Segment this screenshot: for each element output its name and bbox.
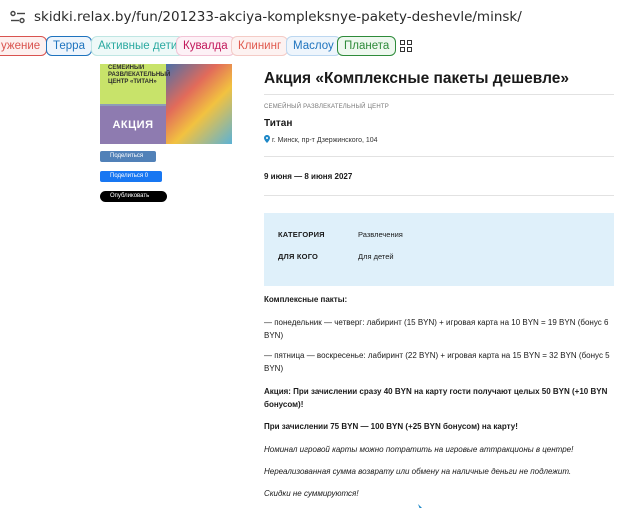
- share-fb-label: Поделиться 0: [110, 173, 149, 179]
- note-no-refund: Нереализованная сумма возврату или обмен…: [264, 467, 572, 476]
- venue-name[interactable]: Титан: [264, 118, 292, 129]
- tag-bar: ужение Терра Активные дети Кувалда Клини…: [0, 36, 626, 58]
- tag-chip[interactable]: Клининг: [231, 36, 289, 56]
- site-settings-icon[interactable]: [10, 10, 26, 24]
- share-vk-label: Поделиться: [110, 153, 144, 159]
- note-card-nominal: Номинал игровой карты можно потратить на…: [264, 445, 574, 454]
- tag-chip[interactable]: Активные дети: [91, 36, 185, 56]
- package-weekday: — понедельник — четверг: лабиринт (15 BY…: [264, 318, 609, 340]
- divider: [264, 94, 614, 95]
- venue-address-text: г. Минск, пр-т Дзержинского, 104: [272, 137, 378, 144]
- tag-chip[interactable]: Планета: [337, 36, 397, 56]
- category-label: КАТЕГОРИЯ: [278, 230, 325, 239]
- package-weekend: — пятница — воскресенье: лабиринт (22 BY…: [264, 351, 610, 373]
- promo-dates: 9 июня — 8 июня 2027: [264, 172, 353, 181]
- promo-image: СЕМЕЙНЫЙ РАЗВЛЕКАТЕЛЬНЫЙ ЦЕНТР «ТИТАН» А…: [100, 64, 232, 144]
- promo-offer-75: При зачислении 75 BYN — 100 BYN (+25 BYN…: [264, 422, 518, 431]
- page-title: Акция «Комплексные пакеты дешевле»: [264, 70, 569, 87]
- mouse-cursor-icon: [418, 504, 422, 508]
- tag-chip[interactable]: Терра: [46, 36, 92, 56]
- location-pin-icon: [264, 135, 270, 143]
- divider: [264, 195, 614, 196]
- venue-address: г. Минск, пр-т Дзержинского, 104: [264, 135, 378, 144]
- share-fb-button[interactable]: Поделиться 0: [100, 171, 162, 182]
- packages-heading: Комплексные пакты:: [264, 295, 348, 304]
- tag-chip[interactable]: ужение: [0, 36, 48, 56]
- url-text[interactable]: skidki.relax.by/fun/201233-akciya-komple…: [34, 9, 522, 25]
- promo-offer-40: Акция: При зачислении сразу 40 BYN на ка…: [264, 387, 608, 409]
- category-value: Развлечения: [358, 230, 403, 239]
- promo-photo: [166, 64, 232, 144]
- divider: [264, 156, 614, 157]
- tag-chip[interactable]: Кувалда: [176, 36, 235, 56]
- audience-value: Для детей: [358, 252, 394, 261]
- share-x-button[interactable]: Опубликовать: [100, 191, 167, 202]
- promo-venue-text: СЕМЕЙНЫЙ РАЗВЛЕКАТЕЛЬНЫЙ ЦЕНТР «ТИТАН»: [108, 65, 171, 85]
- share-vk-button[interactable]: Поделиться: [100, 151, 156, 162]
- grid-icon[interactable]: [400, 40, 412, 52]
- promo-badge: АКЦИЯ: [100, 106, 166, 144]
- note-no-stacking: Скидки не суммируются!: [264, 489, 359, 498]
- audience-label: ДЛЯ КОГО: [278, 252, 319, 261]
- info-box: КАТЕГОРИЯ Развлечения ДЛЯ КОГО Для детей: [264, 213, 614, 286]
- share-x-label: Опубликовать: [110, 193, 150, 199]
- venue-category: СЕМЕЙНЫЙ РАЗВЛЕКАТЕЛЬНЫЙ ЦЕНТР: [264, 104, 389, 110]
- address-bar[interactable]: skidki.relax.by/fun/201233-akciya-komple…: [0, 0, 626, 34]
- tag-chip[interactable]: Маслоу: [286, 36, 341, 56]
